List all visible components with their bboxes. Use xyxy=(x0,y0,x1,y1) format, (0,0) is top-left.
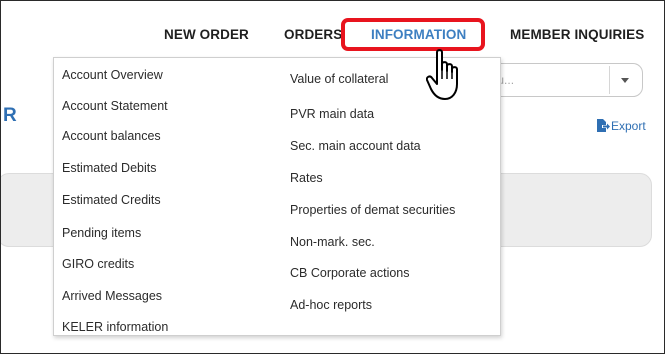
top-navigation: NEW ORDER ORDERS INFORMATION MEMBER INQU… xyxy=(1,27,664,53)
hand-cursor-icon xyxy=(426,49,458,100)
search-dropdown-button[interactable] xyxy=(609,66,640,94)
menu-item-estimated-credits[interactable]: Estimated Credits xyxy=(62,193,161,207)
menu-item-account-overview[interactable]: Account Overview xyxy=(62,68,163,82)
menu-item-value-of-collateral[interactable]: Value of collateral xyxy=(290,72,388,86)
information-highlight-box xyxy=(341,18,485,51)
menu-item-pending-items[interactable]: Pending items xyxy=(62,226,141,240)
page-title-fragment: R xyxy=(3,105,17,126)
export-button[interactable]: Export xyxy=(595,118,646,133)
menu-item-pvr-main-data[interactable]: PVR main data xyxy=(290,107,374,121)
menu-item-keler-information[interactable]: KELER information xyxy=(62,320,168,334)
menu-item-giro-credits[interactable]: GIRO credits xyxy=(62,257,134,271)
nav-member-inquiries[interactable]: MEMBER INQUIRIES xyxy=(510,27,644,42)
nav-new-order[interactable]: NEW ORDER xyxy=(164,27,249,42)
menu-item-sec-main-account-data[interactable]: Sec. main account data xyxy=(290,139,421,153)
menu-item-account-balances[interactable]: Account balances xyxy=(62,129,161,143)
export-icon xyxy=(597,119,610,132)
menu-item-ad-hoc-reports[interactable]: Ad-hoc reports xyxy=(290,298,372,312)
menu-item-estimated-debits[interactable]: Estimated Debits xyxy=(62,161,156,175)
menu-item-properties-of-demat-securities[interactable]: Properties of demat securities xyxy=(290,203,455,217)
menu-item-rates[interactable]: Rates xyxy=(290,171,323,185)
nav-orders[interactable]: ORDERS xyxy=(284,27,342,42)
menu-item-non-mark-sec[interactable]: Non-mark. sec. xyxy=(290,235,375,249)
menu-item-account-statement[interactable]: Account Statement xyxy=(62,99,168,113)
chevron-down-icon xyxy=(621,78,629,83)
menu-item-cb-corporate-actions[interactable]: CB Corporate actions xyxy=(290,266,410,280)
menu-item-arrived-messages[interactable]: Arrived Messages xyxy=(62,289,162,303)
export-label: Export xyxy=(611,119,646,133)
app-frame: NEW ORDER ORDERS INFORMATION MEMBER INQU… xyxy=(0,0,665,354)
